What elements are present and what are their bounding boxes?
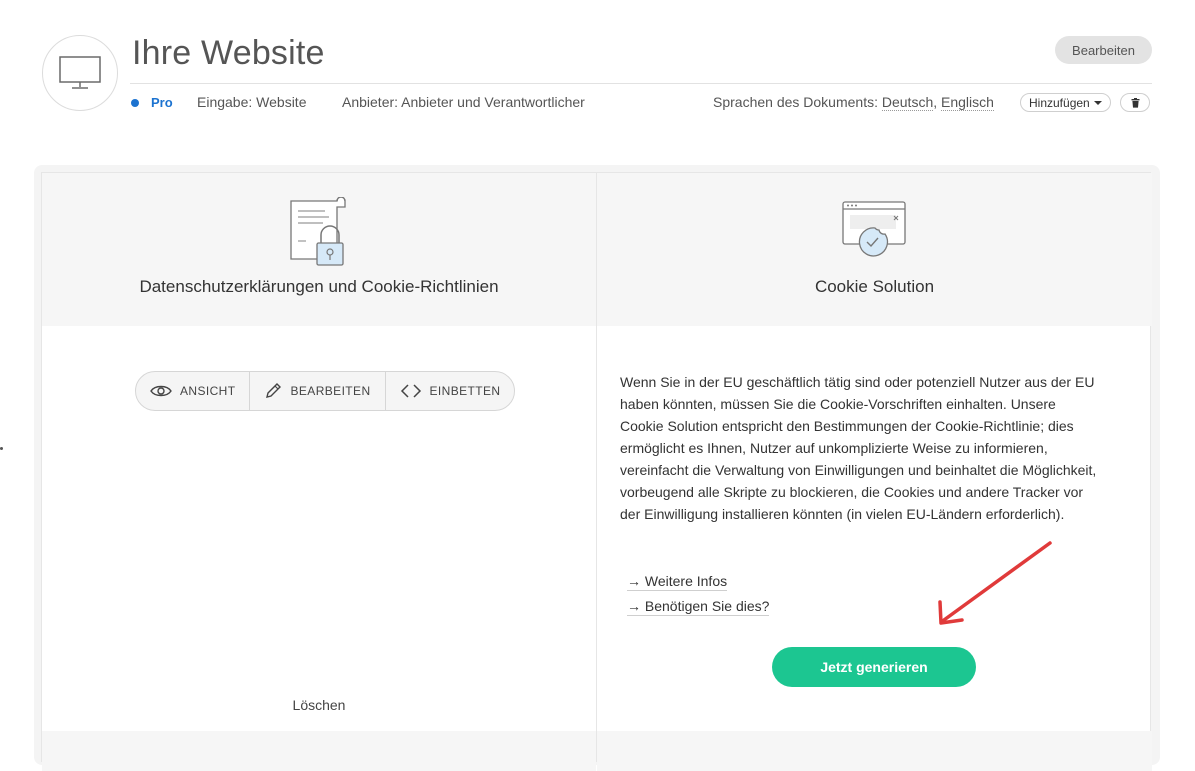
privacy-policy-header: Datenschutzerklärungen und Cookie-Richtl…: [42, 173, 596, 326]
input-type-label: Eingabe: Website: [197, 94, 307, 110]
trash-icon: [1131, 97, 1139, 108]
document-languages: Sprachen des Dokuments: Deutsch, Englisc…: [713, 94, 994, 111]
add-language-button[interactable]: Hinzufügen: [1020, 93, 1111, 112]
cookie-solution-panel: Cookie Solution Wenn Sie in der EU gesch…: [597, 173, 1152, 771]
privacy-policy-title: Datenschutzerklärungen und Cookie-Richtl…: [139, 277, 499, 296]
delete-document-link[interactable]: Löschen: [42, 697, 596, 713]
cookie-solution-header: Cookie Solution: [597, 173, 1152, 326]
products-card: Datenschutzerklärungen und Cookie-Richtl…: [41, 172, 1152, 771]
header-divider: [130, 83, 1152, 84]
add-language-label: Hinzufügen: [1029, 95, 1090, 110]
browser-cookie-icon: [841, 201, 906, 257]
cookie-solution-title: Cookie Solution: [814, 277, 935, 296]
pencil-icon: [266, 383, 282, 398]
languages-label: Sprachen des Dokuments:: [713, 94, 878, 110]
language-link-de[interactable]: Deutsch: [881, 94, 934, 111]
document-actions: ANSICHT BEARBEITEN EINBETTEN: [135, 371, 516, 411]
plan-badge: Pro: [151, 95, 173, 110]
page-title: Ihre Website: [132, 34, 325, 72]
monitor-icon: [59, 56, 101, 89]
generate-now-button[interactable]: Jetzt generieren: [772, 647, 976, 687]
cookie-solution-footer: [597, 731, 1152, 771]
privacy-policy-panel: Datenschutzerklärungen und Cookie-Richtl…: [42, 173, 597, 771]
embed-button[interactable]: EINBETTEN: [384, 372, 515, 410]
eye-icon: [150, 385, 172, 397]
delete-site-button[interactable]: [1120, 93, 1150, 112]
language-link-en[interactable]: Englisch: [941, 94, 994, 111]
more-info-link[interactable]: → Weitere Infos: [627, 573, 728, 591]
document-lock-icon: [290, 197, 346, 266]
view-label: ANSICHT: [180, 384, 236, 398]
edit-document-button[interactable]: BEARBEITEN: [249, 372, 384, 410]
site-meta-row: Pro Eingabe: Website Anbieter: Anbieter …: [130, 92, 1152, 114]
site-avatar: [42, 35, 118, 111]
edit-site-button[interactable]: Bearbeiten: [1055, 36, 1152, 64]
plan-dot-icon: [131, 99, 139, 107]
privacy-policy-footer: [42, 731, 596, 771]
annotation-arrow-icon: [938, 541, 1052, 625]
edge-dot: [0, 447, 3, 450]
chevron-down-icon: [1093, 100, 1102, 105]
view-button[interactable]: ANSICHT: [136, 372, 249, 410]
embed-label: EINBETTEN: [429, 384, 501, 398]
edit-document-label: BEARBEITEN: [290, 384, 371, 398]
code-icon: [400, 384, 421, 398]
cookie-solution-description: Wenn Sie in der EU geschäftlich tätig si…: [620, 374, 1097, 522]
provider-label: Anbieter: Anbieter und Verantwortlicher: [342, 94, 585, 110]
need-this-link[interactable]: → Benötigen Sie dies?: [627, 598, 770, 616]
